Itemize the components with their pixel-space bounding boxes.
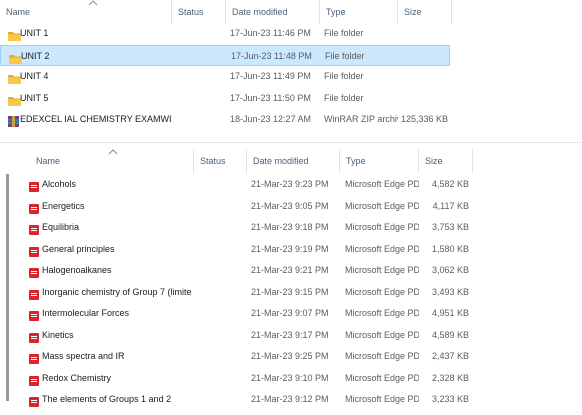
col-status-header[interactable]: Status — [194, 149, 247, 173]
file-size: 125,336 KB — [400, 114, 448, 124]
file-size: 4,951 KB — [431, 308, 469, 318]
file-size: 4,117 KB — [432, 200, 469, 211]
file-type: Microsoft Edge PD... — [345, 265, 419, 275]
file-type: Microsoft Edge PD... — [345, 200, 419, 211]
file-name: General principles — [42, 243, 115, 254]
col-status-label: Status — [200, 156, 226, 166]
col-name-header[interactable]: Name — [0, 0, 172, 24]
file-size: 4,589 KB — [431, 329, 469, 340]
date-modified: 21-Mar-23 9:21 PM — [251, 265, 329, 275]
date-modified: 21-Mar-23 9:18 PM — [251, 222, 329, 232]
file-size: 3,062 KB — [431, 265, 469, 275]
col-size-header[interactable]: Size — [398, 0, 452, 24]
top-file-list: Name Status Date modified Type Size UNIT… — [0, 0, 582, 142]
date-modified: 21-Mar-23 9:05 PM — [251, 200, 329, 211]
file-type: Microsoft Edge PD... — [345, 286, 419, 297]
file-name: UNIT 4 — [20, 71, 49, 81]
file-name: UNIT 2 — [21, 50, 50, 61]
col-date-header[interactable]: Date modified — [247, 149, 340, 173]
file-row[interactable]: UNIT 5 17-Jun-23 11:50 PM File folder — [0, 88, 450, 109]
col-date-header[interactable]: Date modified — [226, 0, 320, 24]
file-type: Microsoft Edge PD... — [345, 243, 419, 254]
sort-ascending-icon — [108, 149, 118, 155]
date-modified: 21-Mar-23 9:07 PM — [251, 308, 329, 318]
file-row[interactable]: General principles 21-Mar-23 9:19 PM Micro… — [0, 239, 478, 260]
file-size: 3,753 KB — [431, 222, 469, 232]
file-type: WinRAR ZIP archive — [324, 114, 398, 124]
date-modified: 21-Mar-23 9:23 PM — [251, 179, 329, 189]
file-type: File folder — [324, 28, 364, 38]
file-row[interactable]: Energetics 21-Mar-23 9:05 PM Microsoft Edg… — [0, 196, 478, 217]
file-row[interactable]: Halogenoalkanes 21-Mar-23 9:21 PM Microsof… — [0, 260, 478, 281]
file-name: Intermolecular Forces — [42, 308, 130, 318]
file-row[interactable]: Inorganic chemistry of Group 7 (limited … — [0, 282, 478, 303]
date-modified: 17-Jun-23 11:49 PM — [230, 71, 311, 81]
file-type: Microsoft Edge PD... — [345, 329, 419, 340]
file-type: File folder — [324, 71, 364, 81]
file-name: UNIT 5 — [20, 92, 49, 103]
file-row[interactable]: Mass spectra and IR 21-Mar-23 9:25 PM Micr… — [0, 346, 478, 367]
file-name: UNIT 1 — [20, 28, 49, 38]
file-row[interactable]: UNIT 2 17-Jun-23 11:48 PM File folder — [0, 44, 450, 66]
date-modified: 17-Jun-23 11:50 PM — [230, 92, 311, 103]
col-status-header[interactable]: Status — [172, 0, 226, 24]
file-row[interactable]: Kinetics 21-Mar-23 9:17 PM Microsoft Edge … — [0, 325, 478, 346]
file-size: 1,580 KB — [431, 243, 469, 254]
col-type-header[interactable]: Type — [320, 0, 398, 24]
file-name: EDEXCEL IAL CHEMISTRY EXAMWIZARD ... — [20, 114, 172, 124]
col-type-header[interactable]: Type — [340, 149, 419, 173]
file-row[interactable]: Alcohols 21-Mar-23 9:23 PM Microsoft Edge … — [0, 174, 478, 195]
file-name: Alcohols — [42, 179, 77, 189]
col-size-label: Size — [425, 156, 443, 166]
file-type: Microsoft Edge PD... — [345, 222, 419, 232]
date-modified: 21-Mar-23 9:17 PM — [251, 329, 329, 340]
file-type: Microsoft Edge PD... — [345, 372, 419, 383]
file-name: Equilibria — [42, 222, 80, 232]
file-row[interactable]: Intermolecular Forces 21-Mar-23 9:07 PM Mi… — [0, 303, 478, 324]
col-type-label: Type — [326, 7, 346, 17]
col-name-label: Name — [6, 7, 31, 17]
date-modified: 21-Mar-23 9:25 PM — [251, 351, 329, 361]
file-type: File folder — [324, 92, 364, 103]
file-size: 4,582 KB — [431, 179, 469, 189]
file-row[interactable]: UNIT 1 17-Jun-23 11:46 PM File folder — [0, 23, 450, 44]
file-type: Microsoft Edge PD... — [345, 308, 419, 318]
col-date-label: Date modified — [253, 156, 309, 166]
file-name: Redox Chemistry — [42, 372, 112, 383]
col-size-label: Size — [404, 7, 422, 17]
top-column-header: Name Status Date modified Type Size — [0, 0, 582, 24]
date-modified: 18-Jun-23 12:27 AM — [230, 114, 312, 124]
file-name: Energetics — [42, 200, 85, 211]
col-size-header[interactable]: Size — [419, 149, 473, 173]
file-row[interactable]: Equilibria 21-Mar-23 9:18 PM Microsoft Edg… — [0, 217, 478, 238]
date-modified: 17-Jun-23 11:48 PM — [231, 50, 312, 61]
date-modified: 21-Mar-23 9:10 PM — [251, 372, 329, 383]
file-name: Inorganic chemistry of Group 7 (limited … — [42, 286, 192, 297]
sort-ascending-icon — [88, 0, 98, 6]
date-modified: 21-Mar-23 9:15 PM — [251, 286, 329, 297]
file-row[interactable]: UNIT 4 17-Jun-23 11:49 PM File folder — [0, 66, 450, 87]
file-size: 2,437 KB — [431, 351, 469, 361]
col-type-label: Type — [346, 156, 366, 166]
pdf-icon — [29, 394, 39, 415]
file-name: Halogenoalkanes — [42, 265, 112, 275]
file-type: Microsoft Edge PD... — [345, 351, 419, 361]
bottom-file-list: Name Status Date modified Type Size Alco… — [0, 142, 582, 407]
file-type: Microsoft Edge PD... — [345, 179, 419, 189]
col-date-label: Date modified — [232, 7, 288, 17]
date-modified: 17-Jun-23 11:46 PM — [230, 28, 311, 38]
file-type: File folder — [325, 50, 365, 61]
col-status-label: Status — [178, 7, 204, 17]
file-row[interactable]: EDEXCEL IAL CHEMISTRY EXAMWIZARD ... 18-J… — [0, 109, 450, 130]
date-modified: 21-Mar-23 9:19 PM — [251, 243, 329, 254]
col-name-label: Name — [36, 156, 61, 166]
file-size: 2,328 KB — [431, 372, 469, 383]
zip-archive-icon — [8, 114, 19, 135]
file-row[interactable]: Redox Chemistry 21-Mar-23 9:10 PM Microsof… — [0, 368, 478, 389]
file-size: 3,493 KB — [431, 286, 469, 297]
bottom-column-header: Name Status Date modified Type Size — [0, 149, 582, 173]
file-name: Kinetics — [42, 329, 74, 340]
file-name: Mass spectra and IR — [42, 351, 125, 361]
